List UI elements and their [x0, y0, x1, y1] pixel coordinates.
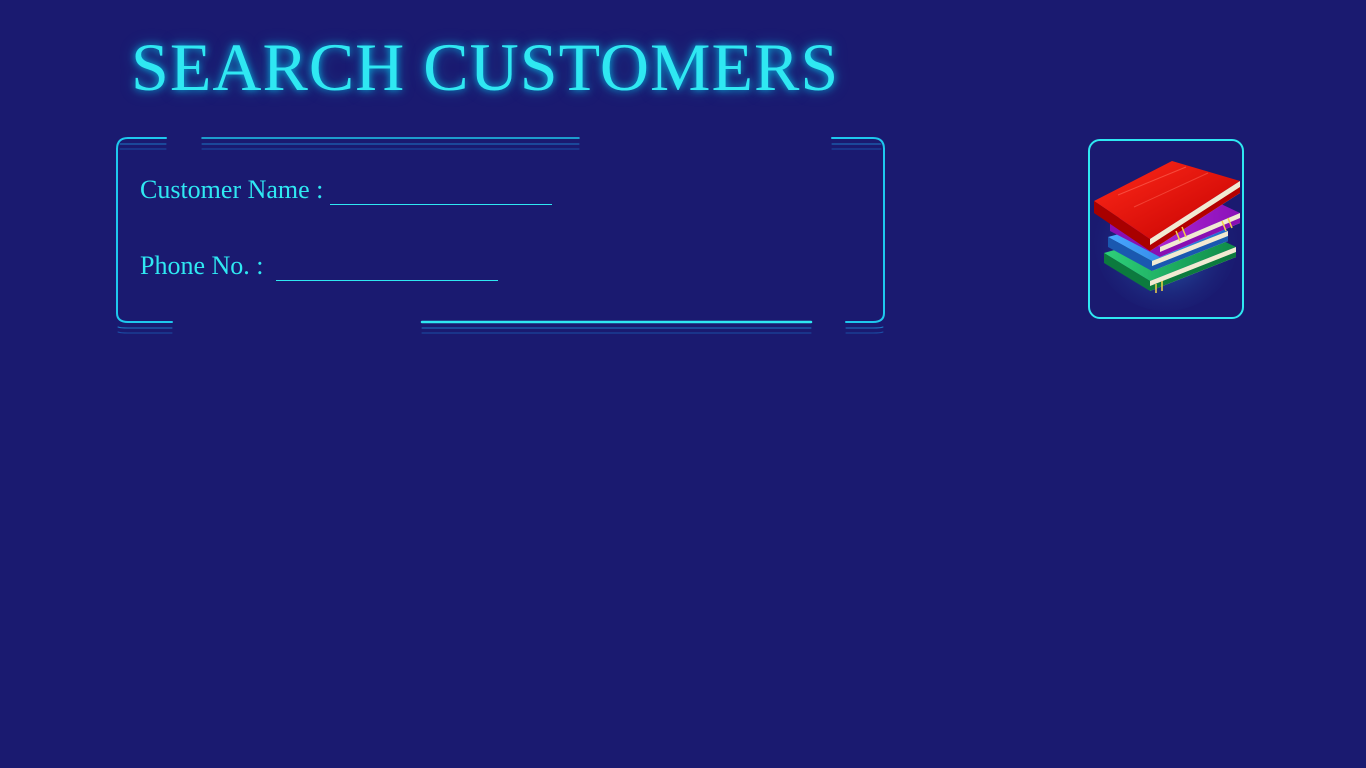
customer-name-label: Customer Name : — [140, 175, 324, 204]
phone-label: Phone No. : — [140, 251, 264, 280]
books-logo — [1088, 139, 1244, 319]
books-stack-icon — [1094, 161, 1240, 311]
panel-frame — [116, 137, 885, 334]
customer-name-row: Customer Name : — [140, 175, 553, 205]
phone-row: Phone No. : — [140, 251, 498, 281]
phone-input[interactable] — [275, 252, 498, 281]
search-panel: Customer Name : Phone No. : — [116, 137, 886, 337]
customer-name-input[interactable] — [330, 176, 553, 205]
page-title: SEARCH CUSTOMERS — [131, 29, 840, 105]
search-customers-screen: SEARCH CUSTOMERS Customer Name: Phone N… — [0, 0, 1366, 768]
